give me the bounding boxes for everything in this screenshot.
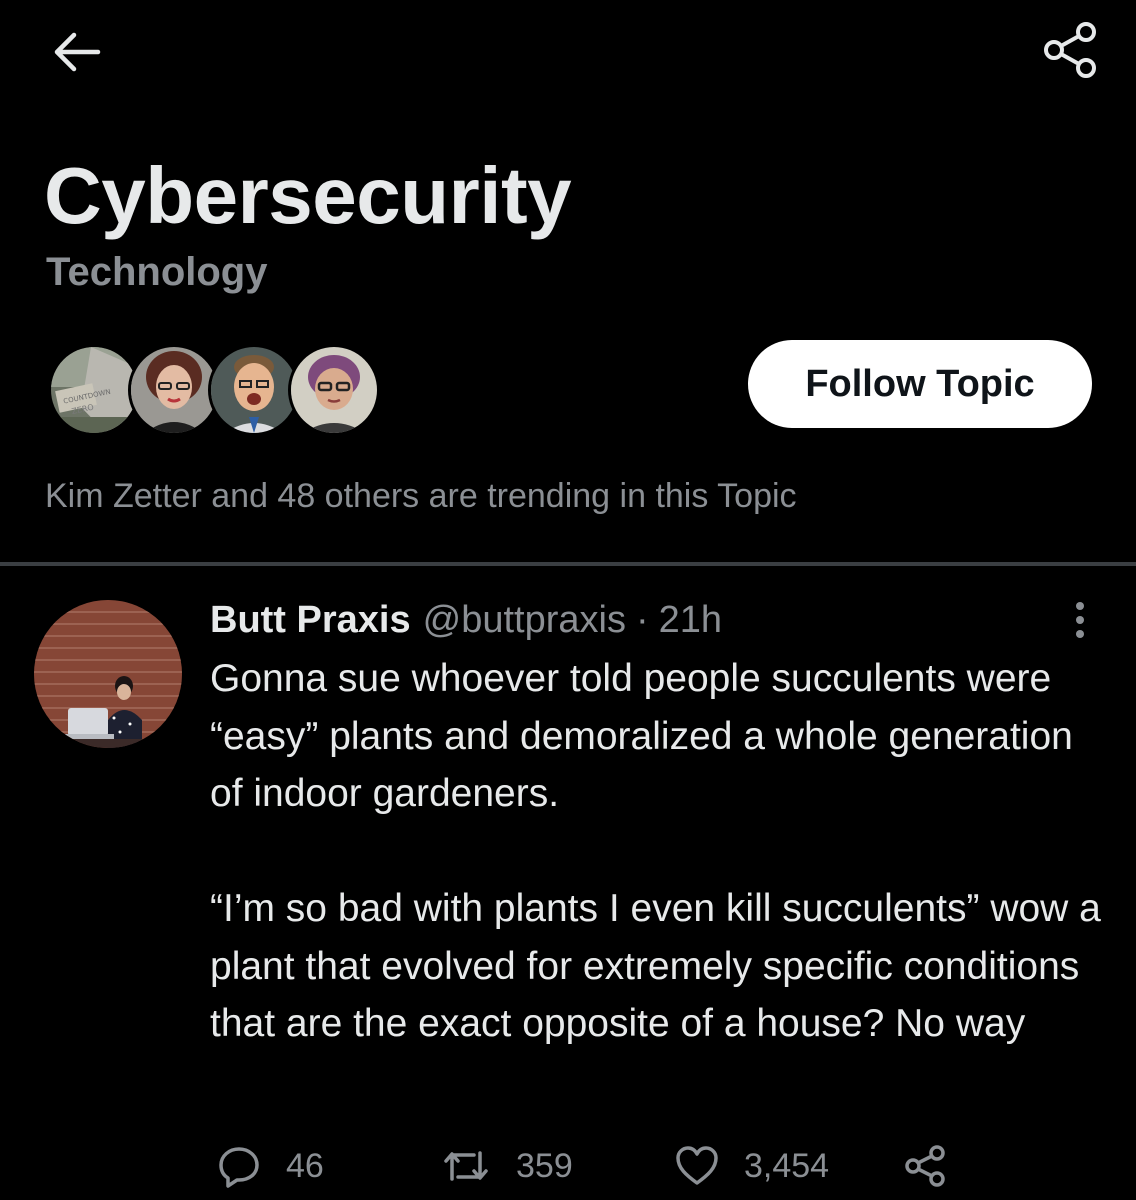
reply-icon	[219, 1147, 259, 1188]
share-icon	[905, 1145, 945, 1187]
trending-facepile[interactable]: COUNTDOWN ZERO	[48, 344, 380, 436]
more-options-button[interactable]	[1056, 594, 1104, 646]
facepile-avatar: COUNTDOWN ZERO	[48, 344, 140, 436]
tweet-paragraph: “I’m so bad with plants I even kill succ…	[210, 887, 1101, 1045]
more-vertical-icon	[1076, 602, 1084, 638]
facepile-avatar	[288, 344, 380, 436]
reply-count: 46	[286, 1146, 324, 1185]
retweet-count: 359	[516, 1146, 573, 1185]
share-button[interactable]	[1034, 14, 1106, 86]
like-button[interactable]: 3,454	[674, 1140, 829, 1192]
follow-topic-button[interactable]: Follow Topic	[748, 340, 1092, 428]
tweet-paragraph: Gonna sue whoever told people succulents…	[210, 657, 1073, 815]
avatar[interactable]	[34, 600, 182, 748]
topic-category: Technology	[46, 250, 268, 294]
topic-title: Cybersecurity	[44, 151, 572, 240]
facepile-avatar	[208, 344, 300, 436]
tweet-actions: 46 359 3,454	[0, 1132, 1136, 1200]
tweet[interactable]: Butt Praxis @buttpraxis · 21h Gonna sue who…	[0, 566, 1136, 1200]
tweet-timestamp[interactable]: 21h	[659, 599, 722, 641]
separator: ·	[635, 599, 649, 641]
tweet-text: Gonna sue whoever told people succulents…	[210, 650, 1110, 1053]
arrow-left-icon	[54, 32, 101, 72]
heart-icon	[676, 1146, 718, 1185]
like-count: 3,454	[744, 1146, 830, 1185]
retweet-icon	[444, 1151, 488, 1181]
author-name[interactable]: Butt Praxis	[210, 599, 411, 641]
share-icon	[1044, 22, 1096, 78]
retweet-button[interactable]: 359	[440, 1140, 573, 1192]
share-tweet-button[interactable]	[902, 1140, 948, 1192]
author-handle[interactable]: @buttpraxis	[423, 599, 626, 641]
reply-button[interactable]: 46	[216, 1140, 324, 1192]
back-button[interactable]	[44, 20, 108, 84]
tweet-header: Butt Praxis @buttpraxis · 21h	[210, 596, 722, 644]
trending-text: Kim Zetter and 48 others are trending in…	[45, 477, 797, 515]
facepile-avatar	[128, 344, 220, 436]
top-bar	[0, 0, 1136, 110]
